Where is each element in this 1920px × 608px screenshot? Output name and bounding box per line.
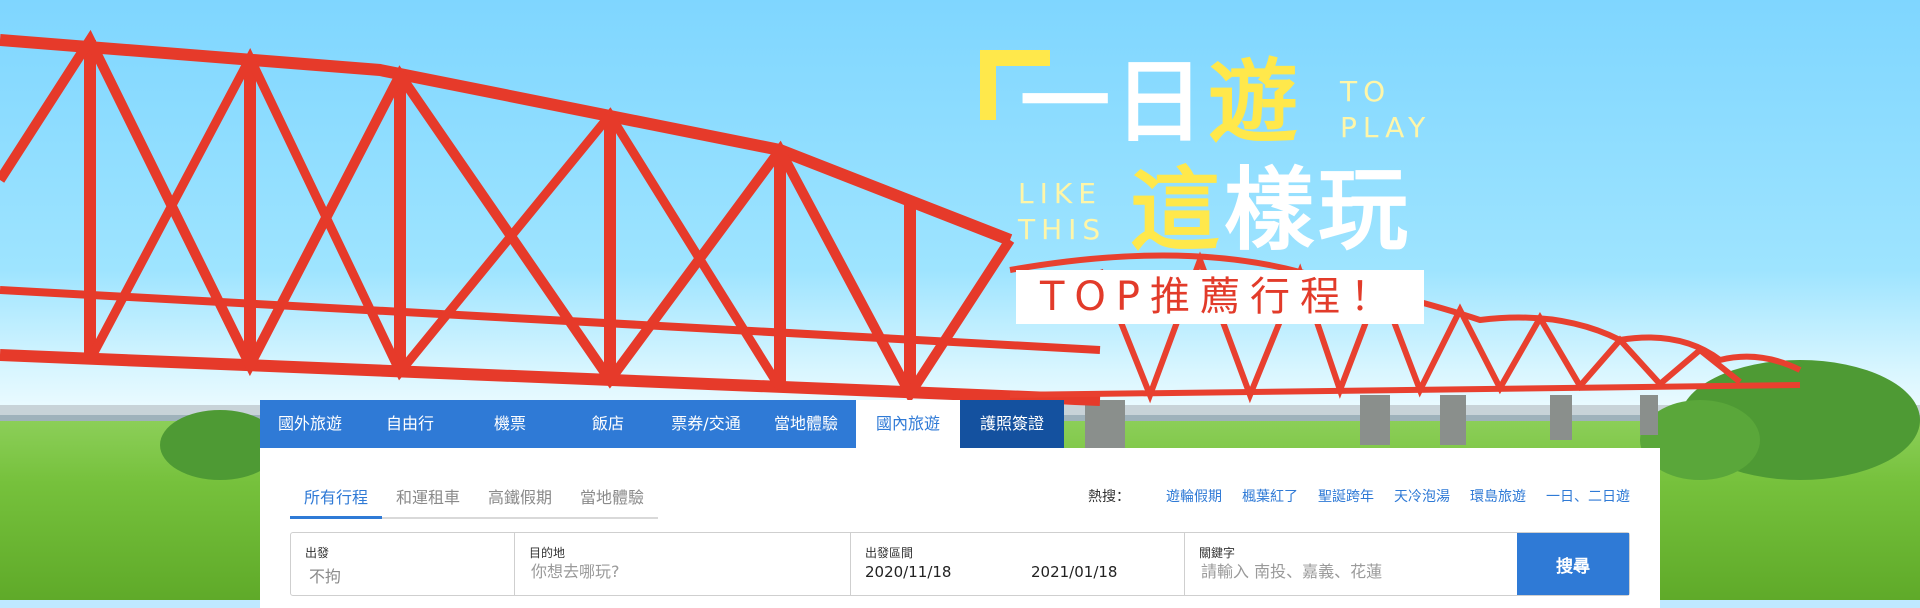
search-button[interactable]: 搜尋 xyxy=(1517,533,1629,595)
keyword-input[interactable] xyxy=(1199,561,1443,582)
destination-field[interactable]: 目的地 xyxy=(515,533,851,595)
date-end[interactable]: 2021/01/18 xyxy=(1031,563,1117,581)
promo-headline: 一日遊 TO PLAY LIKE THIS 這樣玩 TOP推薦行程！ xyxy=(960,40,1440,340)
headline-line-1: 一日遊 xyxy=(1020,58,1302,148)
hot-search: 熱搜： 遊輪假期 楓葉紅了 聖誕跨年 天冷泡湯 環島旅遊 一日、二日遊 xyxy=(1088,486,1630,506)
headline-line2-rest: 樣玩 xyxy=(1224,158,1412,263)
hot-keyword-maple[interactable]: 楓葉紅了 xyxy=(1242,486,1298,506)
hot-keyword-hot-spring[interactable]: 天冷泡湯 xyxy=(1394,486,1450,506)
period-label: 出發區間 xyxy=(865,546,914,560)
tab-free-travel[interactable]: 自由行 xyxy=(360,400,460,448)
headline-char-2: 日 xyxy=(1114,50,1208,155)
tab-flights[interactable]: 機票 xyxy=(460,400,560,448)
headline-char-3: 遊 xyxy=(1208,50,1302,155)
keyword-label: 關鍵字 xyxy=(1199,546,1236,560)
hot-keyword-day-trip[interactable]: 一日、二日遊 xyxy=(1546,486,1630,506)
date-start[interactable]: 2020/11/18 xyxy=(865,563,951,581)
tab-local-experience[interactable]: 當地體驗 xyxy=(756,400,856,448)
headline-line-2: 這樣玩 xyxy=(1130,166,1412,256)
like-this-text: LIKE THIS xyxy=(1018,176,1106,248)
search-subtabs: 所有行程 和運租車 高鐵假期 當地體驗 xyxy=(290,484,659,519)
hot-keyword-island-tour[interactable]: 環島旅遊 xyxy=(1470,486,1526,506)
destination-input[interactable] xyxy=(529,561,773,582)
hot-keyword-cruise[interactable]: 遊輪假期 xyxy=(1166,486,1222,506)
search-panel: 所有行程 和運租車 高鐵假期 當地體驗 熱搜： 遊輪假期 楓葉紅了 聖誕跨年 天… xyxy=(260,448,1660,608)
destination-label: 目的地 xyxy=(529,546,566,560)
subtab-car-rental[interactable]: 和運租車 xyxy=(382,484,474,517)
product-tabs: 國外旅遊 自由行 機票 飯店 票券/交通 當地體驗 國內旅遊 護照簽證 xyxy=(260,400,1064,448)
subtab-hsr-holiday[interactable]: 高鐵假期 xyxy=(474,484,566,517)
like-text: LIKE xyxy=(1018,177,1102,210)
hot-search-label: 熱搜： xyxy=(1088,489,1130,505)
tab-tickets-transport[interactable]: 票券/交通 xyxy=(656,400,756,448)
subtab-local-experience[interactable]: 當地體驗 xyxy=(566,484,658,517)
hot-keyword-christmas[interactable]: 聖誕跨年 xyxy=(1318,486,1374,506)
play-text: PLAY xyxy=(1340,111,1432,144)
keyword-field[interactable]: 關鍵字 xyxy=(1185,533,1517,595)
period-field[interactable]: 出發區間 2020/11/18 2021/01/18 xyxy=(851,533,1185,595)
to-text: TO xyxy=(1340,75,1392,108)
tab-overseas-travel[interactable]: 國外旅遊 xyxy=(260,400,360,448)
to-play-text: TO PLAY xyxy=(1340,74,1431,146)
departure-label: 出發 xyxy=(305,546,330,560)
departure-value[interactable]: 不拘 xyxy=(309,563,341,587)
headline-line2-highlight: 這 xyxy=(1130,158,1224,263)
tab-passport-visa[interactable]: 護照簽證 xyxy=(960,400,1064,448)
headline-char-1: 一 xyxy=(1020,50,1114,155)
departure-field[interactable]: 出發 不拘 xyxy=(291,533,515,595)
top-recommend-badge: TOP推薦行程！ xyxy=(1016,270,1424,324)
subtab-all-itineraries[interactable]: 所有行程 xyxy=(290,484,383,519)
search-form: 出發 不拘 目的地 出發區間 2020/11/18 2021/01/18 關鍵字… xyxy=(290,532,1630,596)
tab-domestic-travel[interactable]: 國內旅遊 xyxy=(856,400,960,448)
tab-hotels[interactable]: 飯店 xyxy=(560,400,656,448)
this-text: THIS xyxy=(1018,213,1107,246)
